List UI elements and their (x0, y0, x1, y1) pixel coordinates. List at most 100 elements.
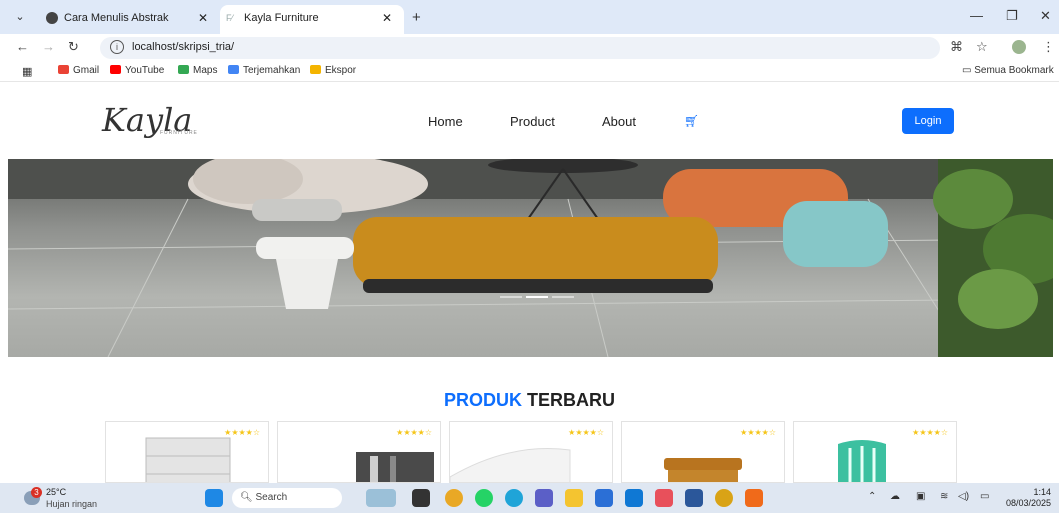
bookmark-star-icon[interactable]: ☆ (976, 39, 988, 55)
rating-stars: ★★★★☆ (568, 428, 604, 437)
ekspor-icon (310, 65, 321, 74)
outlook-icon[interactable] (625, 489, 643, 507)
volume-icon[interactable]: ◁) (958, 491, 969, 502)
address-bar[interactable]: i localhost/skripsi_tria/ (100, 37, 940, 59)
bookmark-folder-label: Semua Bookmark (974, 65, 1054, 76)
taskbar-search[interactable]: 🔍︎ Search (232, 488, 342, 508)
carousel-dot[interactable] (500, 296, 522, 298)
wifi-icon[interactable]: ≋ (940, 491, 948, 502)
restore-icon[interactable]: ❐ (1006, 8, 1018, 24)
translate-icon (228, 65, 239, 74)
widget-icon[interactable] (366, 489, 396, 507)
bookmarks-bar: ▦ Gmail YouTube Maps Terjemahkan Ekspor … (0, 61, 1059, 82)
chrome-profile-icon[interactable] (715, 489, 733, 507)
all-bookmarks-folder[interactable]: ▭ Semua Bookmark (962, 65, 1054, 76)
translate-icon[interactable]: ⌘ (950, 39, 963, 55)
app-icon[interactable] (655, 489, 673, 507)
gmail-icon (58, 65, 69, 74)
hero-carousel[interactable] (8, 159, 1053, 357)
reload-icon[interactable]: ↻ (68, 39, 79, 55)
apps-grid-icon[interactable]: ▦ (22, 65, 32, 78)
carousel-dot[interactable] (552, 296, 574, 298)
product-card[interactable]: ★★★★☆ (277, 421, 441, 483)
tab-favicon-icon: F⁄ (226, 13, 234, 23)
tab-close-icon[interactable]: ✕ (382, 5, 392, 31)
minimize-icon[interactable]: — (970, 8, 983, 23)
chrome-icon[interactable] (445, 489, 463, 507)
weather-desc: Hujan ringan (46, 499, 98, 509)
site-info-icon[interactable]: i (110, 40, 124, 54)
product-card[interactable]: ★★★★☆ (449, 421, 613, 483)
tab-title: Kayla Furniture (244, 12, 319, 24)
browser-toolbar: ← → ↻ i localhost/skripsi_tria/ ⌘ ☆ ⋮ (0, 34, 1059, 61)
login-button[interactable]: Login (902, 108, 954, 134)
tab-title: Cara Menulis Abstrak (64, 12, 169, 24)
tray-chevron-icon[interactable]: ⌃ (868, 491, 876, 502)
bookmark-gmail[interactable]: Gmail (58, 65, 99, 76)
file-explorer-icon[interactable] (565, 489, 583, 507)
windows-start-icon[interactable] (205, 489, 223, 507)
window-close-icon[interactable]: ✕ (1040, 8, 1051, 24)
rating-stars: ★★★★☆ (740, 428, 776, 437)
rating-stars: ★★★★☆ (224, 428, 260, 437)
section-title-rest: TERBARU (527, 390, 616, 410)
bookmark-label: Maps (193, 65, 218, 76)
product-card[interactable]: ★★★★☆ (793, 421, 957, 483)
bookmark-maps[interactable]: Maps (178, 65, 217, 76)
bookmark-youtube[interactable]: YouTube (110, 65, 164, 76)
carousel-indicators (498, 285, 576, 303)
edge-icon[interactable] (505, 489, 523, 507)
tab-close-icon[interactable]: ✕ (198, 5, 208, 31)
carousel-dot-active[interactable] (526, 296, 548, 298)
bookmark-label: Ekspor (325, 65, 357, 76)
nav-about[interactable]: About (602, 114, 636, 129)
browser-tab-strip: ⌄ Cara Menulis Abstrak ✕ F⁄ Kayla Furnit… (0, 0, 1059, 34)
tab-favicon-icon (46, 12, 58, 24)
bookmark-label: Terjemahkan (243, 65, 301, 76)
browser-menu-icon[interactable]: ⋮ (1042, 39, 1055, 55)
weather-badge: 3 (31, 487, 42, 498)
site-navbar: Kayla FURNITURE Home Product About 🛒︎ Lo… (0, 83, 1059, 159)
bookmark-label: YouTube (125, 65, 165, 76)
new-tab-icon[interactable]: + (412, 9, 421, 26)
back-icon[interactable]: ← (16, 39, 29, 54)
youtube-icon (110, 65, 121, 74)
clock-time: 1:14 (1033, 487, 1051, 497)
search-icon: 🔍︎ (240, 492, 256, 503)
onedrive-icon[interactable]: ☁ (890, 491, 900, 502)
section-title: PRODUK TERBARU (0, 390, 1059, 411)
url-text[interactable]: localhost/skripsi_tria/ (132, 41, 234, 53)
browser-tab[interactable]: Cara Menulis Abstrak ✕ (40, 5, 220, 34)
task-view-icon[interactable] (412, 489, 430, 507)
product-card[interactable]: ★★★★☆ (105, 421, 269, 483)
hero-image (8, 159, 1053, 357)
forward-icon[interactable]: → (42, 39, 55, 54)
browser-tab-active[interactable]: F⁄ Kayla Furniture ✕ (220, 5, 404, 34)
folder-icon: ▭ (962, 65, 975, 76)
bookmark-translate[interactable]: Terjemahkan (228, 65, 300, 76)
profile-avatar[interactable] (1012, 40, 1026, 54)
nav-home[interactable]: Home (428, 114, 463, 129)
teams-icon[interactable] (535, 489, 553, 507)
store-icon[interactable] (595, 489, 613, 507)
tab-search-chevron-icon[interactable]: ⌄ (10, 7, 30, 27)
section-title-accent: PRODUK (443, 390, 522, 410)
nav-product[interactable]: Product (510, 114, 555, 129)
tray-app-icon[interactable]: ▣ (916, 491, 925, 502)
rating-stars: ★★★★☆ (396, 428, 432, 437)
battery-icon[interactable]: ▭ (980, 491, 989, 502)
product-card[interactable]: ★★★★☆ (621, 421, 785, 483)
word-icon[interactable] (685, 489, 703, 507)
xampp-icon[interactable] (745, 489, 763, 507)
os-taskbar: 3 25°C Hujan ringan 🔍︎ Search ⌃ ☁ ▣ ≋ ◁)… (0, 483, 1059, 513)
whatsapp-icon[interactable] (475, 489, 493, 507)
maps-icon (178, 65, 189, 74)
rating-stars: ★★★★☆ (912, 428, 948, 437)
site-logo-tagline: FURNITURE (160, 130, 198, 136)
weather-temp: 25°C (46, 487, 67, 497)
cart-icon[interactable]: 🛒︎ (684, 114, 699, 128)
system-clock[interactable]: 1:14 08/03/2025 (1006, 487, 1051, 509)
search-placeholder: Search (255, 492, 288, 503)
bookmark-label: Gmail (73, 65, 100, 76)
bookmark-ekspor[interactable]: Ekspor (310, 65, 356, 76)
